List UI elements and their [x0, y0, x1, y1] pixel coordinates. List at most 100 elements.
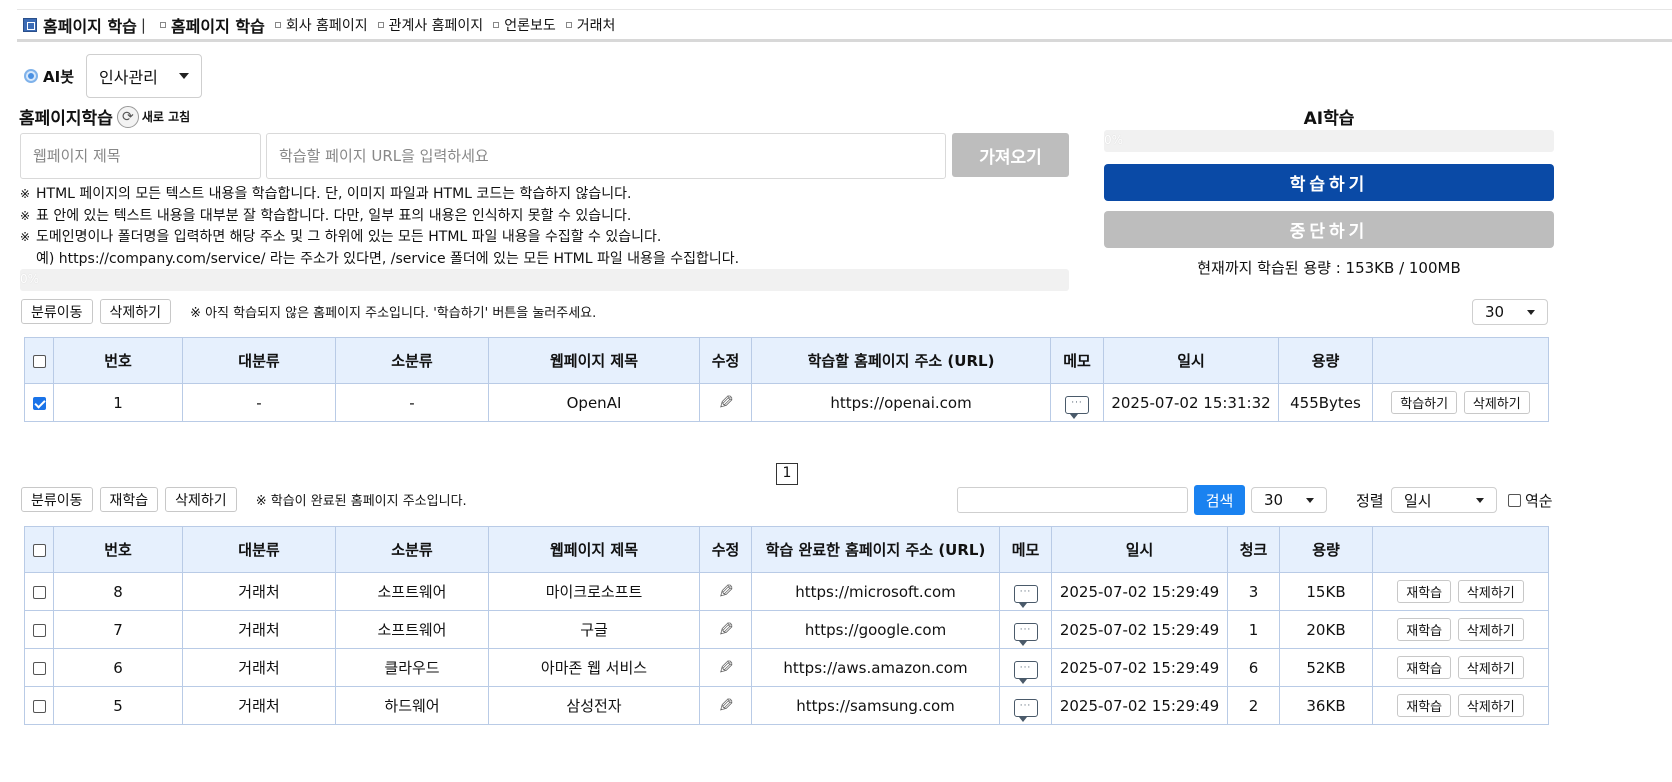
col-major: 대분류	[182, 337, 336, 384]
row-relearn-button[interactable]: 재학습	[1397, 618, 1452, 641]
row-relearn-button[interactable]: 재학습	[1397, 656, 1452, 679]
pending-move-button[interactable]: 분류이동	[21, 299, 93, 324]
url-input[interactable]	[266, 133, 946, 179]
fetch-progress-text: 0%	[20, 272, 40, 286]
col-minor: 소분류	[335, 526, 489, 573]
bot-select[interactable]: 인사관리	[86, 54, 202, 98]
top-tab-bar: 홈페이지 학습 | 홈페이지 학습 회사 홈페이지 관계사 홈페이지 언론보도 …	[17, 9, 1672, 42]
chevron-down-icon	[1527, 309, 1535, 315]
row-checkbox[interactable]	[32, 623, 46, 637]
memo-icon[interactable]: ···	[1065, 396, 1089, 419]
cell-title: 구글	[488, 610, 700, 649]
done-page-size-select[interactable]: 30	[1251, 487, 1327, 513]
search-button[interactable]: 검색	[1194, 485, 1245, 515]
cell-major: 거래처	[182, 686, 336, 725]
fetch-button[interactable]: 가져오기	[952, 133, 1069, 177]
learn-header: 홈페이지학습 ⟳ 새로 고침	[19, 104, 190, 129]
col-memo: 메모	[999, 526, 1052, 573]
pencil-icon[interactable]: ✎	[718, 581, 734, 603]
chevron-down-icon	[1306, 497, 1314, 503]
bot-radio[interactable]	[24, 69, 38, 83]
row-delete-button[interactable]: 삭제하기	[1457, 580, 1524, 603]
row-delete-button[interactable]: 삭제하기	[1457, 656, 1524, 679]
cell-chunk: 1	[1227, 610, 1280, 649]
tab-company-homepage[interactable]: 회사 홈페이지	[274, 15, 368, 35]
done-relearn-button[interactable]: 재학습	[99, 487, 159, 512]
note-1: HTML 페이지의 모든 텍스트 내용을 학습합니다. 단, 이미지 파일과 H…	[36, 186, 632, 202]
col-date: 일시	[1051, 526, 1228, 573]
pencil-icon[interactable]: ✎	[718, 657, 734, 679]
refresh-icon[interactable]: ⟳	[116, 105, 139, 128]
col-minor: 소분류	[335, 337, 489, 384]
col-title: 웹페이지 제목	[488, 526, 700, 573]
cell-title: 아마존 웹 서비스	[488, 648, 700, 687]
row-checkbox[interactable]	[32, 585, 46, 599]
refresh-label[interactable]: 새로 고침	[142, 108, 190, 125]
tab-clients[interactable]: 거래처	[565, 15, 615, 35]
cell-number: 1	[53, 383, 183, 422]
row-learn-button[interactable]: 학습하기	[1391, 391, 1458, 414]
tab-square-icon	[565, 21, 572, 28]
cell-number: 7	[53, 610, 183, 649]
row-delete-button[interactable]: 삭제하기	[1457, 618, 1524, 641]
cell-title: 삼성전자	[488, 686, 700, 725]
pending-hint: ※ 아직 학습되지 않은 홈페이지 주소입니다. '학습하기' 버튼을 눌러주세…	[190, 306, 597, 321]
pagination-page[interactable]: 1	[776, 463, 798, 485]
cell-title: 마이크로소프트	[488, 572, 700, 611]
tab-press[interactable]: 언론보도	[493, 15, 556, 35]
reverse-checkbox[interactable]	[1508, 494, 1521, 507]
done-hint: ※ 학습이 완료된 홈페이지 주소입니다.	[255, 494, 467, 509]
table-row: 8 거래처 소프트웨어 마이크로소프트 ✎ https://microsoft.com ··…	[24, 572, 1549, 611]
cell-minor: 클라우드	[335, 648, 489, 687]
chevron-down-icon	[179, 73, 189, 79]
pencil-icon[interactable]: ✎	[718, 695, 734, 717]
select-all-checkbox-cell[interactable]	[24, 337, 54, 384]
tab-square-icon	[274, 21, 281, 28]
memo-icon[interactable]: ···	[1013, 699, 1038, 722]
cell-minor: 하드웨어	[335, 686, 489, 725]
pending-table: 번호 대분류 소분류 웹페이지 제목 수정 학습할 홈페이지 주소 (URL) …	[24, 337, 1549, 422]
row-relearn-button[interactable]: 재학습	[1397, 580, 1452, 603]
row-checkbox[interactable]	[32, 699, 46, 713]
select-all-checkbox[interactable]	[32, 543, 46, 557]
tab-affiliate-homepage[interactable]: 관계사 홈페이지	[377, 15, 483, 35]
memo-icon[interactable]: ···	[1013, 585, 1038, 608]
pencil-icon[interactable]: ✎	[718, 392, 734, 414]
cell-minor: 소프트웨어	[335, 610, 489, 649]
done-delete-button[interactable]: 삭제하기	[165, 487, 237, 512]
pending-delete-button[interactable]: 삭제하기	[99, 299, 172, 324]
row-checkbox[interactable]	[32, 396, 46, 410]
select-all-checkbox[interactable]	[32, 354, 46, 368]
stop-button[interactable]: 중단하기	[1104, 211, 1554, 248]
cell-url: https://microsoft.com	[751, 572, 1000, 611]
sort-select[interactable]: 일시	[1391, 487, 1497, 513]
cell-chunk: 3	[1227, 572, 1280, 611]
col-url: 학습할 홈페이지 주소 (URL)	[751, 337, 1051, 384]
memo-icon[interactable]: ···	[1013, 623, 1038, 646]
learn-notes: ※ HTML 페이지의 모든 텍스트 내용을 학습합니다. 단, 이미지 파일과 …	[20, 184, 739, 270]
note-3: 도메인명이나 폴더명을 입력하면 해당 주소 및 그 하위에 있는 모든 HTM…	[36, 229, 662, 245]
tab-homepage-learning[interactable]: 홈페이지 학습	[159, 13, 265, 37]
learn-title: 홈페이지학습	[19, 109, 113, 129]
reverse-toggle[interactable]: 역순	[1508, 490, 1553, 511]
done-move-button[interactable]: 분류이동	[21, 487, 93, 512]
col-edit: 수정	[699, 337, 752, 384]
cell-chunk: 6	[1227, 648, 1280, 687]
cell-date: 2025-07-02 15:29:49	[1051, 648, 1228, 687]
webpage-title-input[interactable]	[20, 133, 261, 179]
cell-size: 36KB	[1279, 686, 1373, 725]
done-header-row: 번호 대분류 소분류 웹페이지 제목 수정 학습 완료한 홈페이지 주소 (UR…	[24, 526, 1549, 573]
row-relearn-button[interactable]: 재학습	[1397, 694, 1452, 717]
pencil-icon[interactable]: ✎	[718, 619, 734, 641]
row-delete-button[interactable]: 삭제하기	[1457, 694, 1524, 717]
tab-square-icon	[493, 21, 500, 28]
memo-icon[interactable]: ···	[1013, 661, 1038, 684]
col-number: 번호	[53, 337, 183, 384]
search-input[interactable]	[957, 487, 1188, 513]
row-delete-button[interactable]: 삭제하기	[1463, 391, 1530, 414]
page-title: 홈페이지 학습	[43, 16, 137, 36]
learn-button[interactable]: 학습하기	[1104, 164, 1554, 201]
pending-page-size-select[interactable]: 30	[1472, 299, 1548, 325]
done-table: 번호 대분류 소분류 웹페이지 제목 수정 학습 완료한 홈페이지 주소 (UR…	[24, 526, 1549, 725]
row-checkbox[interactable]	[32, 661, 46, 675]
